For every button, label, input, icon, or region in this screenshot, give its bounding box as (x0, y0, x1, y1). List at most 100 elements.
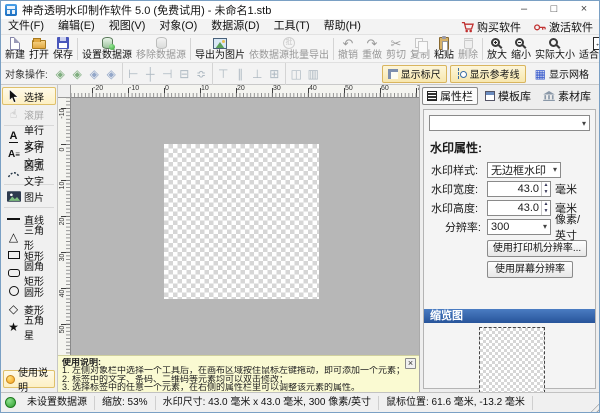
key-icon (533, 21, 546, 33)
same-height-icon[interactable]: ⊞ (266, 66, 283, 82)
spin-down-icon[interactable]: ▼ (542, 208, 550, 215)
distribute-h-icon[interactable]: ◫ (288, 66, 305, 82)
actual-size-button[interactable]: 实际大小 (533, 36, 577, 62)
panel-tabs: 属性栏 模板库 素材库 (420, 85, 599, 107)
paste-button[interactable]: 粘贴 (432, 36, 456, 62)
instructions-line: 1. 左侧对象栏中选择一个工具后，在画布区域按住鼠标左键拖动，即可添加一个元素； (62, 366, 415, 374)
save-button[interactable]: 保存 (51, 36, 75, 62)
delete-button[interactable]: 删除 (456, 36, 480, 62)
menu-datasource[interactable]: 数据源(D) (204, 19, 266, 34)
minimize-button[interactable]: – (509, 1, 539, 19)
use-screen-resolution-button[interactable]: 使用屏幕分辨率 (487, 261, 573, 278)
usage-help-button[interactable]: 使用说明 (3, 370, 55, 388)
object-toolbar: 对象操作: ◈ ◈ ◈ ◈ ⊢ ┼ ⊣ ⊟ ≎ ⊤ ∥ ⊥ ⊞ ◫ ▥ 显示标尺… (1, 63, 599, 85)
close-button[interactable]: × (569, 1, 599, 19)
thumbnail-preview (479, 327, 545, 393)
cut-button[interactable]: ✂ 剪切 (384, 36, 408, 62)
spin-down-icon[interactable]: ▼ (542, 189, 550, 196)
tool-select[interactable]: 选择 (2, 87, 56, 105)
height-label: 水印高度: (429, 200, 487, 216)
remove-datasource-icon (156, 37, 167, 49)
align-right-icon[interactable]: ⊣ (159, 66, 176, 82)
maximize-button[interactable]: □ (539, 1, 569, 19)
menu-help[interactable]: 帮助(H) (317, 19, 368, 34)
use-printer-resolution-button[interactable]: 使用打印机分辨率... (487, 240, 587, 257)
arc-text-icon (7, 168, 21, 178)
tool-rounded-rectangle[interactable]: 圆角矩形 (2, 264, 56, 282)
show-guides-button[interactable]: 显示参考线 (450, 65, 526, 83)
new-button[interactable]: 新建 (3, 36, 27, 62)
open-file-icon (32, 40, 46, 49)
line-icon (7, 218, 20, 220)
cart-icon (461, 21, 474, 33)
ruler-corner (58, 85, 71, 98)
guides-icon (456, 68, 467, 79)
tool-triangle[interactable]: △ 三角形 (2, 228, 56, 246)
align-left-icon[interactable]: ⊢ (125, 66, 142, 82)
batch-export-button[interactable]: 批 依数据源批量导出 (247, 36, 331, 62)
watermark-height-stepper[interactable]: 43.0 ▲ ▼ (487, 200, 551, 216)
tool-arc-text[interactable]: 圆弧文字 (2, 164, 56, 182)
activate-software-button[interactable]: 激活软件 (533, 19, 593, 35)
resolution-select[interactable]: 300 ▾ (487, 219, 551, 235)
watermark-width-stepper[interactable]: 43.0 ▲ ▼ (487, 181, 551, 197)
tool-picture[interactable]: 图片 (2, 187, 56, 205)
resize-grip[interactable] (587, 400, 599, 412)
export-image-button[interactable]: 导出为图片 (193, 36, 247, 62)
watermark-style-select[interactable]: 无边框水印 ▾ (487, 162, 561, 178)
spin-up-icon[interactable]: ▲ (542, 182, 550, 189)
chevron-down-icon: ▾ (553, 165, 557, 174)
tab-properties[interactable]: 属性栏 (422, 87, 478, 105)
app-icon (5, 4, 17, 16)
zoom-in-button[interactable]: 放大 (485, 36, 509, 62)
tool-star[interactable]: ★ 五角星 (2, 318, 56, 336)
thumbnail-header: 缩览图 (424, 309, 595, 323)
preset-select[interactable]: ▾ (429, 115, 590, 131)
instructions-close-button[interactable]: × (405, 358, 416, 369)
show-ruler-button[interactable]: 显示标尺 (382, 65, 447, 83)
distribute-v-icon[interactable]: ▥ (305, 66, 322, 82)
datasource-status-icon (5, 397, 16, 408)
align-center-icon[interactable]: ┼ (142, 66, 159, 82)
bring-to-front-icon[interactable]: ◈ (52, 66, 69, 82)
menu-file[interactable]: 文件(F) (1, 19, 51, 34)
toolbar-separator (190, 38, 191, 60)
menu-object[interactable]: 对象(O) (152, 19, 204, 34)
align-middle-icon[interactable]: ∥ (232, 66, 249, 82)
align-top-icon[interactable]: ⊤ (215, 66, 232, 82)
canvas-area[interactable]: -20 -10 0 10 20 30 40 50 60 70 -10 0 10 … (58, 85, 419, 392)
bring-forward-icon[interactable]: ◈ (86, 66, 103, 82)
same-width-icon[interactable]: ⊟ (176, 66, 193, 82)
send-to-back-icon[interactable]: ◈ (69, 66, 86, 82)
spin-up-icon[interactable]: ▲ (542, 201, 550, 208)
menu-view[interactable]: 视图(V) (102, 19, 153, 34)
copy-button[interactable]: 复制 (408, 36, 432, 62)
tab-material-library[interactable]: 素材库 (538, 87, 596, 105)
redo-button[interactable]: ↷ 重做 (360, 36, 384, 62)
instructions-line: 3. 选择标签中的任意一个元素，在右侧的属性栏里可以调整该元素的属性。 (62, 383, 415, 391)
menu-tools[interactable]: 工具(T) (267, 19, 317, 34)
show-grid-button[interactable]: ▦ 显示网格 (529, 65, 595, 83)
send-backward-icon[interactable]: ◈ (103, 66, 120, 82)
status-bar: 未设置数据源 缩放: 53% 水印尺寸: 43.0 毫米 x 43.0 毫米, … (1, 392, 599, 412)
fit-width-button[interactable]: ↔ 适合宽度 (577, 36, 600, 62)
set-datasource-button[interactable]: 设置数据源 (80, 36, 134, 62)
app-window: 神奇透明水印制作软件 5.0 (免费试用) - 未命名1.stb – □ × 文… (0, 0, 600, 413)
batch-export-icon: 批 (283, 37, 295, 49)
star-icon: ★ (8, 321, 19, 333)
tab-template-library[interactable]: 模板库 (480, 87, 536, 105)
watermark-canvas[interactable] (164, 144, 319, 299)
buy-software-button[interactable]: 购买软件 (461, 19, 521, 35)
menu-edit[interactable]: 编辑(E) (51, 19, 102, 34)
zoom-out-button[interactable]: 缩小 (509, 36, 533, 62)
align-bottom-icon[interactable]: ⊥ (249, 66, 266, 82)
open-button[interactable]: 打开 (27, 36, 51, 62)
undo-button[interactable]: ↶ 撤销 (336, 36, 360, 62)
remove-datasource-button[interactable]: 移除数据源 (134, 36, 188, 62)
resolution-unit: 像素/英寸 (555, 211, 590, 243)
same-size-icon[interactable]: ≎ (193, 66, 210, 82)
zoom-in-icon (491, 38, 500, 47)
instructions-title: 使用说明: (62, 358, 415, 366)
grid-icon: ▦ (535, 68, 546, 80)
tool-pan[interactable]: ☝ 滚屏 (2, 105, 56, 123)
